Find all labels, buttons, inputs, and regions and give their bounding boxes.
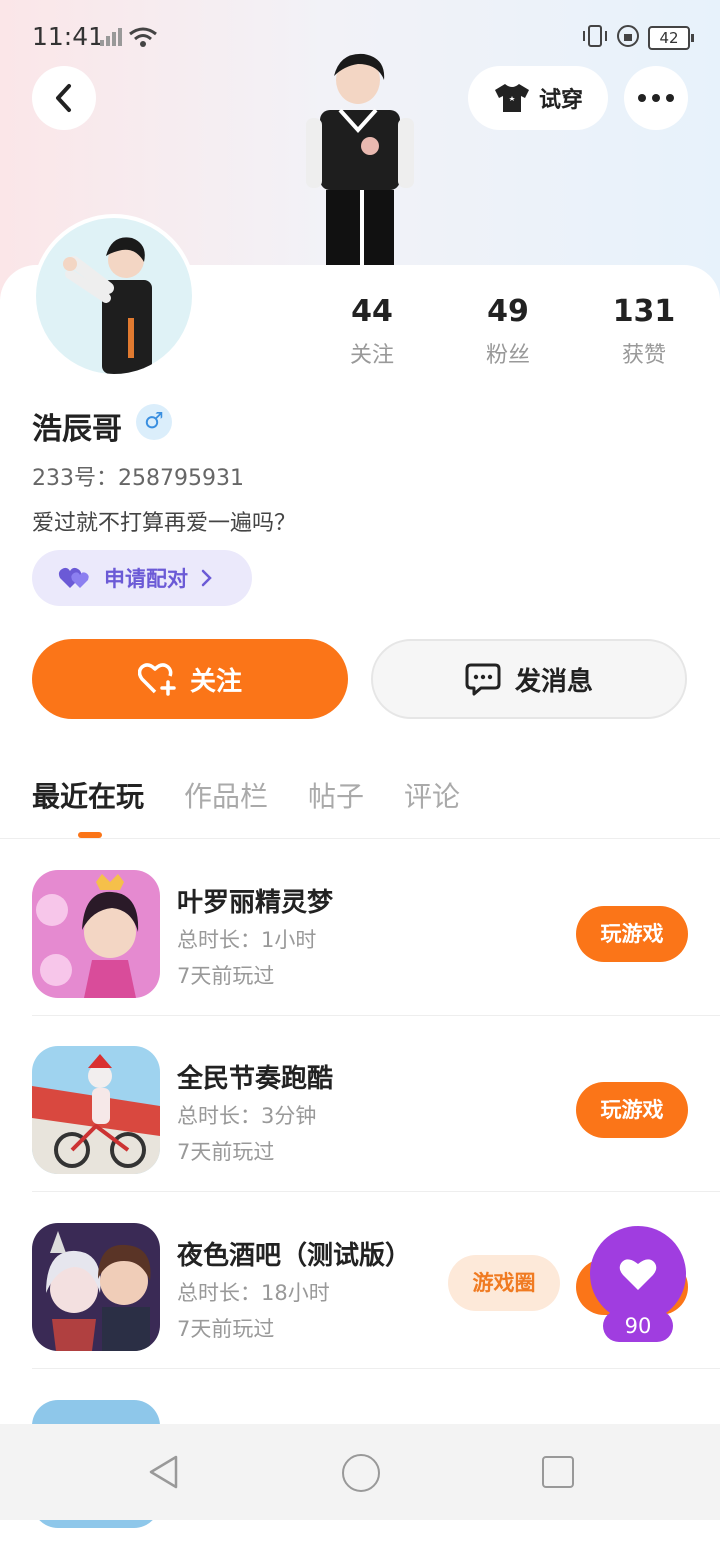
- try-on-button[interactable]: 试穿: [468, 66, 608, 130]
- game-duration: 总时长：18小时: [177, 1281, 330, 1305]
- game-icon: [32, 1046, 160, 1174]
- rotation-lock-icon: [617, 25, 639, 47]
- stat-likes[interactable]: 131 获赞: [584, 294, 704, 369]
- list-item[interactable]: 叶罗丽精灵梦 总时长：1小时 7天前玩过 玩游戏: [32, 840, 720, 1016]
- vibrate-icon: [583, 25, 607, 47]
- battery-indicator: 42: [648, 26, 694, 50]
- more-dots-icon: [638, 94, 674, 102]
- send-message-button[interactable]: 发消息: [371, 639, 687, 719]
- like-button[interactable]: [590, 1226, 686, 1322]
- game-circle-button[interactable]: 游戏圈: [448, 1255, 560, 1311]
- heart-plus-icon: [137, 663, 176, 696]
- nav-home-icon[interactable]: [342, 1454, 380, 1492]
- stat-value: 131: [612, 294, 676, 329]
- divider: [32, 1191, 720, 1192]
- stat-value: 49: [487, 294, 529, 329]
- game-icon: [32, 1223, 160, 1351]
- game-duration: 总时长：1小时: [177, 928, 317, 952]
- male-gender-icon: ♂: [136, 404, 172, 440]
- avatar-3d-figure: [306, 53, 414, 265]
- tab-works[interactable]: 作品栏: [184, 775, 268, 835]
- list-item[interactable]: 全民节奏跑酷 总时长：3分钟 7天前玩过 玩游戏: [32, 1016, 720, 1192]
- profile-tabs: 最近在玩 作品栏 帖子 评论: [32, 775, 460, 835]
- nav-recent-apps-icon[interactable]: [542, 1456, 574, 1488]
- play-game-button[interactable]: 玩游戏: [576, 1082, 688, 1138]
- game-last-played: 7天前玩过: [177, 1140, 275, 1164]
- follow-label: 关注: [189, 666, 242, 697]
- pair-label: 申请配对: [104, 567, 188, 591]
- signal-icon: [100, 28, 122, 46]
- game-name: 夜色酒吧（测试版）: [177, 1241, 412, 1271]
- tab-comments[interactable]: 评论: [404, 775, 460, 835]
- stat-label: 获赞: [621, 343, 666, 368]
- stat-followers[interactable]: 49 粉丝: [448, 294, 568, 369]
- stat-label: 关注: [349, 343, 394, 368]
- message-label: 发消息: [514, 666, 593, 697]
- tab-recently-played[interactable]: 最近在玩: [32, 775, 144, 835]
- request-pair-button[interactable]: 申请配对: [32, 550, 252, 606]
- divider: [32, 1368, 720, 1369]
- avatar[interactable]: [32, 214, 196, 378]
- chevron-left-icon: [56, 84, 71, 112]
- game-last-played: 7天前玩过: [177, 964, 275, 988]
- game-name: 叶罗丽精灵梦: [177, 888, 334, 918]
- chevron-right-icon: [201, 569, 212, 587]
- tab-posts[interactable]: 帖子: [308, 775, 364, 835]
- status-bar: 11:41 42: [0, 0, 720, 72]
- follow-button[interactable]: 关注: [32, 639, 348, 719]
- stat-value: 44: [351, 294, 393, 329]
- stat-label: 粉丝: [485, 343, 530, 368]
- back-button[interactable]: [32, 66, 96, 130]
- bio: 爱过就不打算再爱一遍吗？: [32, 511, 297, 536]
- game-last-played: 7天前玩过: [177, 1317, 275, 1341]
- try-on-label: 试穿: [538, 88, 583, 113]
- chat-bubble-icon: [465, 663, 501, 696]
- status-time: 11:41: [32, 22, 105, 51]
- avatar-figure: [63, 237, 152, 374]
- play-game-button[interactable]: 玩游戏: [576, 906, 688, 962]
- stat-following[interactable]: 44 关注: [312, 294, 432, 369]
- nav-back-icon[interactable]: [148, 1454, 180, 1490]
- wifi-icon: [129, 27, 157, 47]
- heart-icon: [619, 1259, 657, 1290]
- game-duration: 总时长：3分钟: [177, 1104, 317, 1128]
- game-icon: [32, 870, 160, 998]
- like-count: 90: [603, 1310, 673, 1342]
- game-name: 全民节奏跑酷: [177, 1064, 334, 1094]
- tshirt-icon: [494, 84, 529, 112]
- double-heart-icon: [58, 567, 89, 588]
- user-id: 233号：258795931: [32, 466, 244, 491]
- divider: [0, 838, 720, 839]
- username: 浩辰哥: [32, 412, 122, 447]
- more-button[interactable]: [624, 66, 688, 130]
- system-nav-bar: [0, 1424, 720, 1520]
